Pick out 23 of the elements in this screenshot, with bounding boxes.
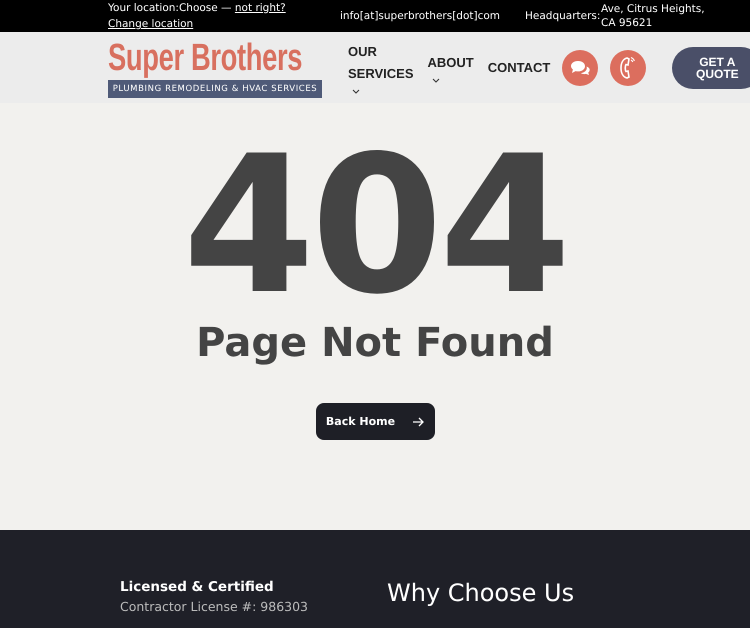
chevron-down-icon[interactable] bbox=[432, 78, 440, 83]
get-a-quote-button[interactable]: GET A QUOTE bbox=[672, 46, 750, 88]
email-address: info[at]superbrothers[dot]com bbox=[340, 10, 502, 22]
nav-link[interactable]: OUR SERVICES bbox=[348, 41, 414, 85]
back-home-button[interactable]: Back Home bbox=[316, 403, 434, 440]
logo-tagline: PLUMBING REMODELING & HVAC SERVICES bbox=[108, 80, 322, 98]
license-number: Contractor License #: 986303 bbox=[120, 598, 310, 616]
footer-heading: Why Choose Us bbox=[387, 578, 574, 609]
error-code: 404 bbox=[182, 131, 568, 321]
chevron-down-icon[interactable] bbox=[352, 89, 360, 94]
chat-button[interactable] bbox=[562, 50, 598, 86]
error-title: Page Not Found bbox=[196, 321, 554, 365]
nav-link[interactable]: CONTACT bbox=[488, 56, 550, 78]
headquarters-address: Ave, Citrus Heights, CA 95621 bbox=[601, 2, 706, 30]
chat-icon bbox=[570, 60, 590, 76]
location-text: Your location:Choose — bbox=[108, 2, 233, 14]
headquarters-label: Headquarters: bbox=[525, 10, 601, 22]
phone-button[interactable] bbox=[610, 50, 646, 86]
license-title: Licensed & Certified bbox=[120, 578, 275, 596]
nav-link[interactable]: ABOUT bbox=[428, 52, 474, 74]
not-right-link[interactable]: not right? bbox=[234, 2, 286, 14]
arrow-right-icon bbox=[413, 416, 424, 426]
change-location-link[interactable]: Change location bbox=[108, 18, 194, 30]
